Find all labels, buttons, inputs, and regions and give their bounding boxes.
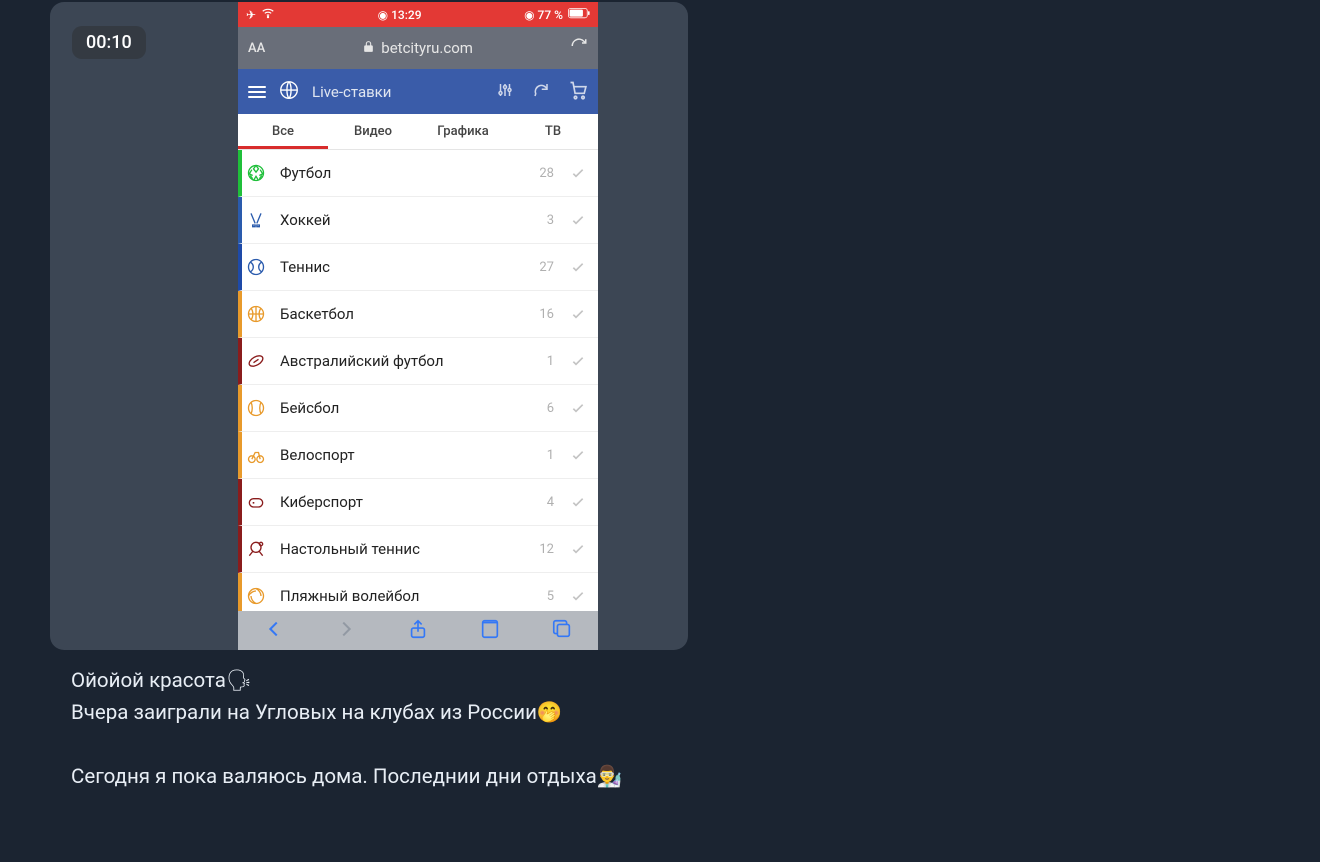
screenshot-phone: ✈︎ ◉ 13:29 ◉ 77 % AA — [238, 2, 598, 650]
sport-name: Австралийский футбол — [280, 352, 537, 370]
sport-icon — [242, 304, 270, 324]
sport-icon — [242, 398, 270, 418]
sport-row[interactable]: Велоспорт 1 — [238, 432, 598, 479]
tab-video[interactable]: Видео — [328, 114, 418, 149]
check-icon[interactable] — [570, 541, 586, 557]
check-icon[interactable] — [570, 494, 586, 510]
check-icon[interactable] — [570, 588, 586, 604]
sport-count: 16 — [539, 307, 554, 322]
back-icon[interactable] — [263, 618, 285, 644]
sport-count: 27 — [539, 260, 554, 275]
sport-row[interactable]: Хоккей 3 — [238, 197, 598, 244]
sport-name: Велоспорт — [280, 446, 537, 464]
sport-name: Пляжный волейбол — [280, 587, 537, 605]
text-size-button[interactable]: AA — [248, 41, 265, 56]
sport-name: Хоккей — [280, 211, 537, 229]
battery-text: ◉ 77 % — [524, 8, 563, 22]
safari-bottom-bar — [238, 611, 598, 650]
sport-row[interactable]: Бейсбол 6 — [238, 385, 598, 432]
sport-icon — [242, 163, 270, 183]
page-title: Live-ставки — [312, 83, 484, 101]
message-media-bubble[interactable]: ✈︎ ◉ 13:29 ◉ 77 % AA — [50, 2, 688, 650]
message-caption: Ойойой красота🗣 Вчера заиграли на Угловы… — [71, 665, 671, 825]
hamburger-icon[interactable] — [248, 86, 266, 98]
sport-row[interactable]: Австралийский футбол 1 — [238, 338, 598, 385]
sport-icon — [242, 586, 270, 606]
sport-name: Бейсбол — [280, 399, 537, 417]
sport-count: 1 — [547, 354, 554, 369]
logo-icon[interactable] — [278, 79, 300, 105]
settings-sliders-icon[interactable] — [496, 81, 514, 103]
screen-record-time: ◉ 13:29 — [378, 8, 422, 22]
tab-all[interactable]: Все — [238, 114, 328, 149]
sport-icon — [242, 257, 270, 277]
tab-tv[interactable]: ТВ — [508, 114, 598, 149]
sport-count: 28 — [539, 166, 554, 181]
check-icon[interactable] — [570, 400, 586, 416]
check-icon[interactable] — [570, 306, 586, 322]
sport-row[interactable]: Киберспорт 4 — [238, 479, 598, 526]
sport-name: Теннис — [280, 258, 529, 276]
check-icon[interactable] — [570, 353, 586, 369]
sport-icon — [242, 351, 270, 371]
wifi-icon — [261, 6, 275, 23]
sport-row[interactable]: Теннис 27 — [238, 244, 598, 291]
url-text: betcityru.com — [381, 39, 473, 57]
sport-count: 6 — [547, 401, 554, 416]
check-icon[interactable] — [570, 165, 586, 181]
sport-count: 12 — [539, 542, 554, 557]
sport-icon — [242, 445, 270, 465]
sport-name: Киберспорт — [280, 493, 537, 511]
sport-name: Футбол — [280, 164, 529, 182]
sport-count: 4 — [547, 495, 554, 510]
sports-list[interactable]: Футбол28Хоккей3Теннис27Баскетбол16Австра… — [238, 150, 598, 611]
caption-line3: Сегодня я пока валяюсь дома. Последнии д… — [71, 765, 622, 789]
caption-line1: Ойойой красота🗣 — [71, 669, 252, 693]
check-icon[interactable] — [570, 447, 586, 463]
tabs-icon[interactable] — [551, 618, 573, 644]
sport-icon — [242, 492, 270, 512]
ios-status-bar: ✈︎ ◉ 13:29 ◉ 77 % — [238, 2, 598, 27]
sport-count: 5 — [547, 589, 554, 604]
refresh-icon[interactable] — [532, 81, 550, 103]
check-icon[interactable] — [570, 259, 586, 275]
bookmarks-icon[interactable] — [479, 618, 501, 644]
airplane-icon: ✈︎ — [246, 8, 256, 22]
share-icon[interactable] — [407, 618, 429, 644]
tab-graphic[interactable]: Графика — [418, 114, 508, 149]
safari-address-bar: AA betcityru.com — [238, 27, 598, 69]
cart-icon[interactable] — [568, 80, 588, 104]
video-duration-badge: 00:10 — [72, 26, 146, 59]
check-icon[interactable] — [570, 212, 586, 228]
lock-icon — [362, 39, 375, 57]
caption-line2: Вчера заиграли на Угловых на клубах из Р… — [71, 701, 562, 725]
sport-row[interactable]: Настольный теннис 12 — [238, 526, 598, 573]
sport-icon — [242, 210, 270, 230]
app-header: Live-ставки — [238, 69, 598, 114]
sport-row[interactable]: Футбол 28 — [238, 150, 598, 197]
sport-count: 1 — [547, 448, 554, 463]
sport-row[interactable]: Пляжный волейбол 5 — [238, 573, 598, 611]
tabs-bar: Все Видео Графика ТВ — [238, 114, 598, 150]
sport-name: Баскетбол — [280, 305, 529, 323]
sport-row[interactable]: Баскетбол 16 — [238, 291, 598, 338]
sport-icon — [242, 539, 270, 559]
reload-icon[interactable] — [570, 37, 588, 59]
url-display[interactable]: betcityru.com — [273, 39, 562, 57]
sport-count: 3 — [547, 213, 554, 228]
battery-icon — [568, 8, 590, 22]
forward-icon[interactable] — [335, 618, 357, 644]
sport-name: Настольный теннис — [280, 540, 529, 558]
